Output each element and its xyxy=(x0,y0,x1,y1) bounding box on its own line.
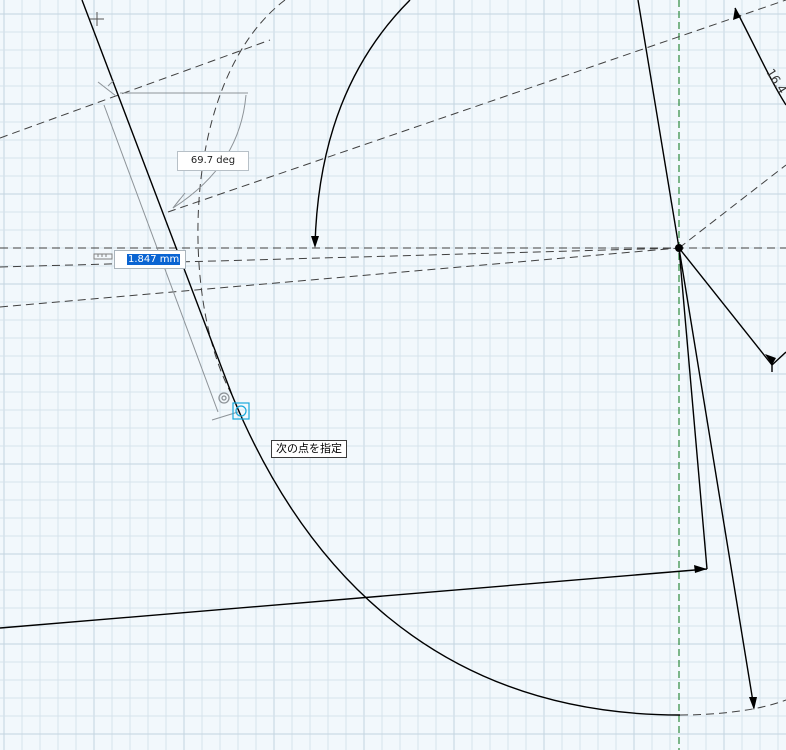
angle-dimension-label: 69.7 deg xyxy=(177,151,249,171)
sketch-line-bottom xyxy=(0,568,708,629)
construction-arc-bottom xyxy=(679,699,786,716)
arrowhead-upper-arc xyxy=(311,236,319,248)
sketch-line-down-b xyxy=(678,247,755,709)
construction-line-c xyxy=(0,247,680,268)
sketch-canvas[interactable]: 16.4 xyxy=(0,0,786,750)
ruler-icon xyxy=(93,253,113,260)
length-dimension-input[interactable]: 1.847 mm xyxy=(114,250,186,269)
specify-next-point-tooltip: 次の点を指定 xyxy=(271,440,347,458)
length-input-selected-value[interactable]: 1.847 mm xyxy=(127,254,181,265)
sketch-grid xyxy=(0,0,786,750)
sketch-line-top xyxy=(637,0,680,249)
dimension-label-topright: 16.4 xyxy=(763,66,786,96)
construction-line-e xyxy=(678,164,786,249)
sketch-line-down-a xyxy=(678,247,708,570)
arrowhead-down-b xyxy=(749,697,757,710)
sketch-center-point[interactable] xyxy=(675,244,683,252)
